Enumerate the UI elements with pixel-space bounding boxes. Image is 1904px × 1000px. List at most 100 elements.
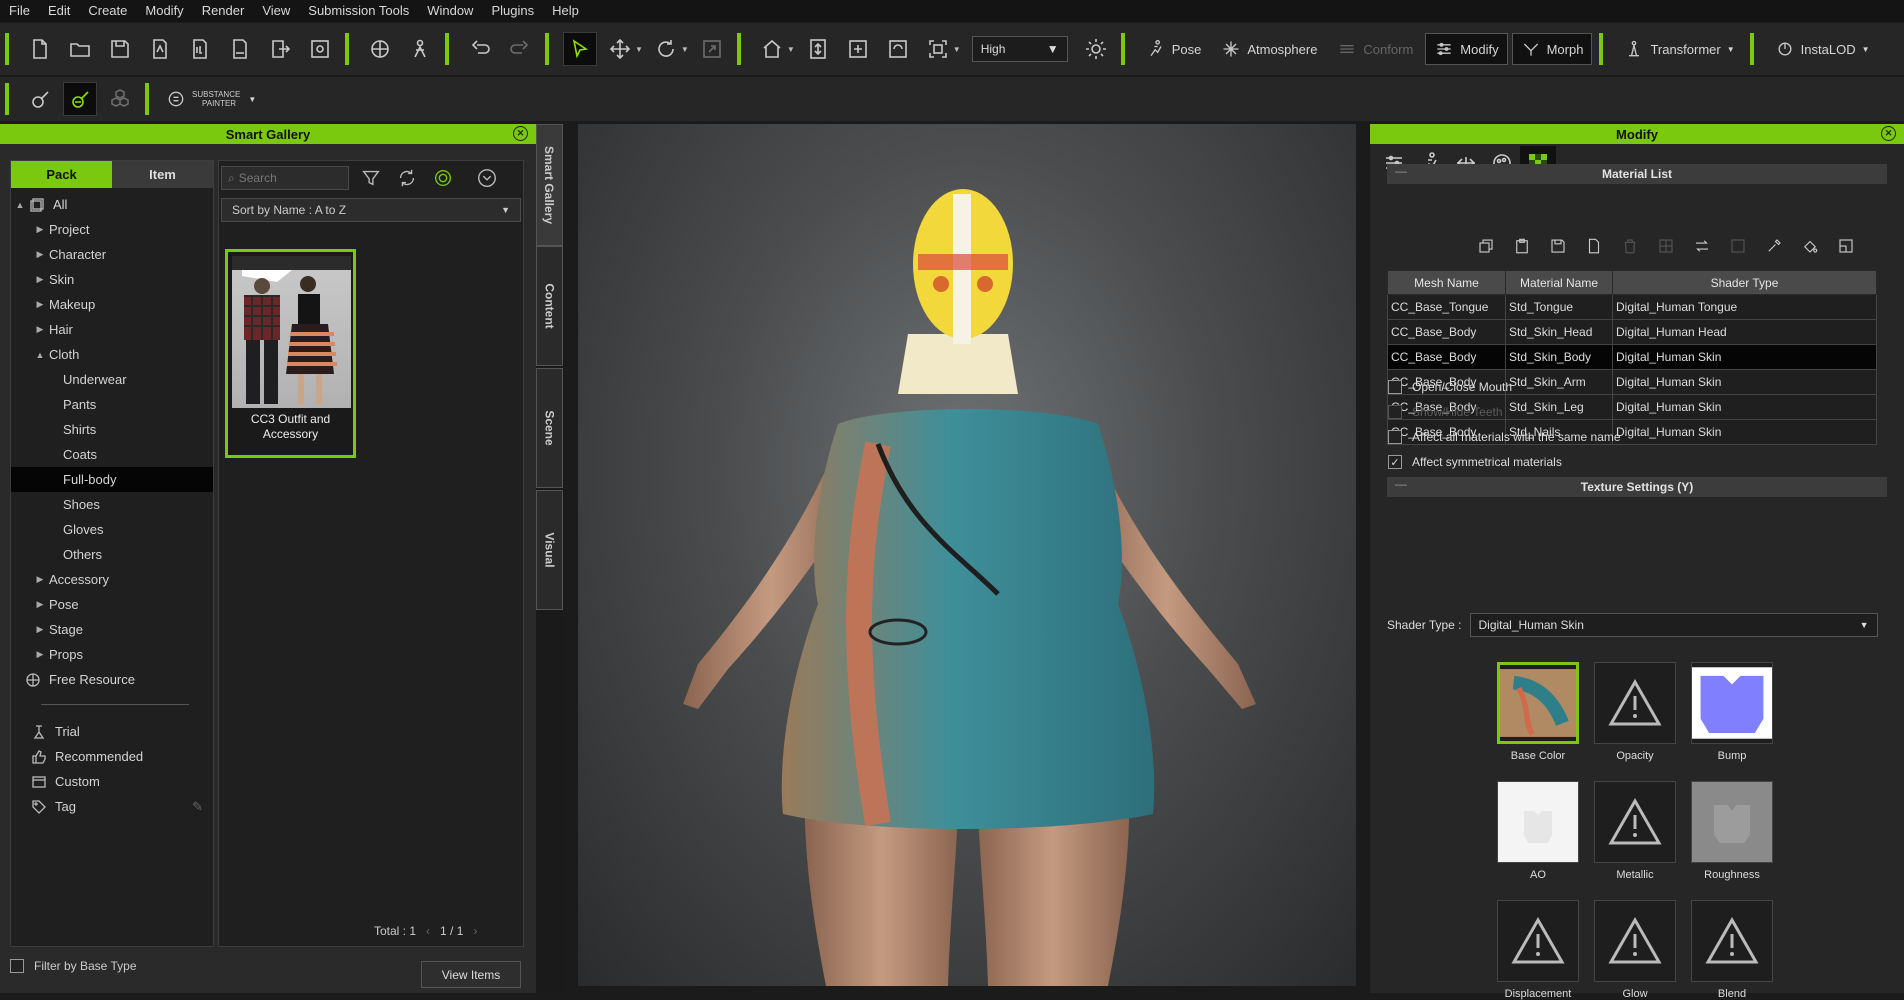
conform-button[interactable]: Conform <box>1329 33 1421 65</box>
base-color-thumbnail[interactable] <box>1497 662 1579 744</box>
close-icon[interactable]: ✕ <box>1881 126 1896 141</box>
tree-item-cloth[interactable]: ▲ Cloth <box>11 342 213 367</box>
undo-button[interactable] <box>463 32 497 66</box>
collapsed-arrow-icon[interactable]: ▶ <box>35 224 45 235</box>
texture-bump[interactable]: Bump <box>1691 662 1773 762</box>
tree-item-character[interactable]: ▶ Character <box>11 242 213 267</box>
displacement-thumbnail[interactable] <box>1497 900 1579 982</box>
bump-thumbnail[interactable] <box>1691 662 1773 744</box>
tree-item-shirts[interactable]: Shirts <box>11 417 213 442</box>
tree-item-all[interactable]: ▲ All <box>11 192 213 217</box>
copy-material-button[interactable] <box>1470 233 1502 259</box>
tree-item-pose[interactable]: ▶ Pose <box>11 592 213 617</box>
preview-button[interactable] <box>303 32 337 66</box>
refresh-button[interactable] <box>393 164 421 192</box>
tab-item[interactable]: Item <box>112 161 213 188</box>
material-list-header[interactable]: — Material List <box>1387 164 1887 184</box>
collection-item-trial[interactable]: Trial <box>11 719 213 744</box>
collapsed-arrow-icon[interactable]: ▶ <box>35 574 45 585</box>
menu-file[interactable]: File <box>0 0 39 22</box>
menu-create[interactable]: Create <box>79 0 136 22</box>
tree-item-full-body[interactable]: Full-body <box>11 467 213 492</box>
tree-item-props[interactable]: ▶ Props <box>11 642 213 667</box>
quality-dropdown[interactable]: High ▼ <box>971 36 1068 62</box>
tree-item-shoes[interactable]: Shoes <box>11 492 213 517</box>
affect-symmetrical-option[interactable]: ✓ Affect symmetrical materials <box>1388 455 1562 469</box>
load-material-button[interactable] <box>1578 233 1610 259</box>
redo-button[interactable] <box>503 32 537 66</box>
column-header[interactable]: Material Name <box>1505 270 1613 295</box>
opacity-thumbnail[interactable] <box>1594 662 1676 744</box>
headshot-button[interactable] <box>363 32 397 66</box>
select-tool-button[interactable] <box>563 32 597 66</box>
transfer-button[interactable] <box>1686 233 1718 259</box>
transformer-button[interactable]: Transformer ▼ <box>1616 33 1742 65</box>
tree-item-free-resource[interactable]: Free Resource <box>11 667 213 692</box>
collapse-button[interactable] <box>473 164 501 192</box>
fit-height-button[interactable] <box>801 32 835 66</box>
rotate-tool-button[interactable] <box>649 32 683 66</box>
menu-modify[interactable]: Modify <box>136 0 192 22</box>
fit-view-button[interactable] <box>841 32 875 66</box>
eyedropper-button[interactable] <box>1758 233 1790 259</box>
delete-material-button[interactable] <box>1614 233 1646 259</box>
table-row[interactable]: CC_Base_Tongue Std_Tongue Digital_Human To… <box>1387 294 1877 320</box>
affect-same-name-checkbox[interactable] <box>1388 430 1402 444</box>
tree-item-stage[interactable]: ▶ Stage <box>11 617 213 642</box>
open-close-mouth-option[interactable]: Open/Close Mouth <box>1388 380 1512 394</box>
tab-scene[interactable]: Scene <box>536 368 563 488</box>
texture-blend[interactable]: Blend <box>1691 900 1773 1000</box>
collapsed-arrow-icon[interactable]: ▶ <box>35 274 45 285</box>
ao-thumbnail[interactable] <box>1497 781 1579 863</box>
texture-glow[interactable]: Glow <box>1594 900 1676 1000</box>
pose-button[interactable]: Pose <box>1138 33 1210 65</box>
menu-plugins[interactable]: Plugins <box>482 0 543 22</box>
tree-item-skin[interactable]: ▶ Skin <box>11 267 213 292</box>
column-header[interactable]: Mesh Name <box>1387 270 1506 295</box>
swap-button[interactable] <box>1650 233 1682 259</box>
atmosphere-button[interactable]: Atmosphere <box>1213 33 1325 65</box>
menu-view[interactable]: View <box>253 0 299 22</box>
menu-edit[interactable]: Edit <box>39 0 79 22</box>
export-button[interactable] <box>263 32 297 66</box>
modify-button[interactable]: Modify <box>1425 33 1508 65</box>
gallery-item-card[interactable]: CC3 Outfit and Accessory <box>225 249 356 458</box>
table-row[interactable]: CC_Base_Body Std_Skin_Head Digital_Human H… <box>1387 319 1877 345</box>
collapsed-arrow-icon[interactable]: ▶ <box>35 624 45 635</box>
affect-symmetrical-checkbox[interactable]: ✓ <box>1388 455 1402 469</box>
table-row[interactable]: CC_Base_Body Std_Skin_Body Digital_Human S… <box>1387 344 1877 370</box>
3d-viewport[interactable] <box>578 124 1356 986</box>
expanded-arrow-icon[interactable]: ▲ <box>35 350 45 360</box>
brush-tool-button[interactable] <box>23 82 57 116</box>
chevron-down-icon[interactable]: ▼ <box>635 45 643 54</box>
collection-item-custom[interactable]: Custom <box>11 769 213 794</box>
menu-help[interactable]: Help <box>543 0 588 22</box>
tab-content[interactable]: Content <box>536 246 563 366</box>
close-icon[interactable]: ✕ <box>513 126 528 141</box>
usd-export-button[interactable] <box>223 32 257 66</box>
expanded-arrow-icon[interactable]: ▲ <box>15 200 25 210</box>
instalod-button[interactable]: InstaLOD ▼ <box>1767 33 1878 65</box>
menu-render[interactable]: Render <box>193 0 254 22</box>
chevron-down-icon[interactable]: ▼ <box>787 45 795 54</box>
move-tool-button[interactable] <box>603 32 637 66</box>
affect-same-name-option[interactable]: Affect all materials with the same name <box>1388 430 1621 444</box>
texture-mode-button[interactable] <box>1830 233 1862 259</box>
edit-pencil-icon[interactable]: ✎ <box>192 799 203 815</box>
menu-window[interactable]: Window <box>418 0 482 22</box>
ic-export-button[interactable] <box>183 32 217 66</box>
chevron-down-icon[interactable]: ▼ <box>681 45 689 54</box>
texture-ao[interactable]: AO <box>1497 781 1579 881</box>
collapsed-arrow-icon[interactable]: ▶ <box>35 249 45 260</box>
prev-page-icon[interactable]: ‹ <box>426 924 430 938</box>
tab-smart-gallery[interactable]: Smart Gallery <box>536 124 563 246</box>
texture-displacement[interactable]: Displacement <box>1497 900 1579 1000</box>
lighting-button[interactable] <box>1079 32 1113 66</box>
save-button[interactable] <box>103 32 137 66</box>
tab-pack[interactable]: Pack <box>11 161 112 188</box>
substance-painter-button[interactable]: SUBSTANCE PAINTER ▼ <box>162 83 260 115</box>
texture-settings-header[interactable]: — Texture Settings (Y) <box>1387 477 1887 497</box>
character-button[interactable] <box>403 32 437 66</box>
filter-base-type-row[interactable]: Filter by Base Type <box>10 959 137 973</box>
tree-item-project[interactable]: ▶ Project <box>11 217 213 242</box>
